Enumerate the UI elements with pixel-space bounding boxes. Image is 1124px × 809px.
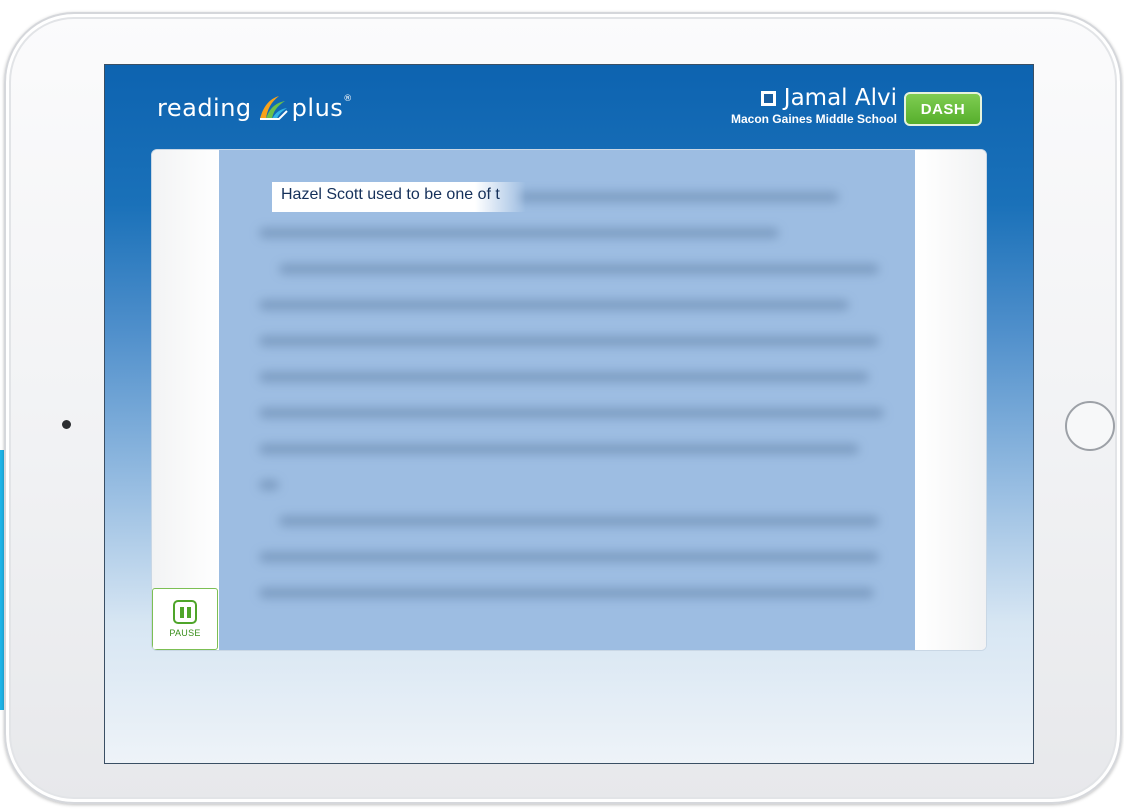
logo-registered-mark: ® bbox=[343, 94, 353, 104]
user-name: Jamal Alvi bbox=[783, 85, 897, 111]
logo-text-reading: reading bbox=[157, 94, 252, 122]
blurred-text-line bbox=[259, 444, 859, 454]
revealed-text: Hazel Scott used to be one of t bbox=[281, 186, 500, 203]
left-gutter bbox=[152, 150, 219, 650]
blurred-text-line bbox=[259, 228, 779, 238]
dash-button[interactable]: DASH bbox=[904, 92, 982, 126]
reading-panel: Hazel Scott used to be one of t PAUSE bbox=[151, 149, 987, 651]
reading-plus-logo: reading plus ® bbox=[157, 91, 353, 125]
blurred-text-line bbox=[259, 552, 879, 562]
home-button[interactable] bbox=[1065, 401, 1115, 451]
pause-icon bbox=[173, 600, 197, 624]
blurred-text-line bbox=[259, 300, 849, 310]
blurred-text-line bbox=[259, 372, 869, 382]
right-gutter bbox=[918, 150, 986, 650]
pause-label: PAUSE bbox=[169, 628, 201, 638]
blurred-text-line bbox=[279, 264, 879, 274]
blurred-text-line bbox=[259, 480, 279, 490]
app-screen: reading plus ® Jamal Alvi Macon Gaines M… bbox=[104, 64, 1034, 764]
camera-icon bbox=[62, 420, 71, 429]
profile-icon bbox=[760, 90, 776, 106]
user-info: Jamal Alvi Macon Gaines Middle School bbox=[731, 85, 897, 126]
school-name: Macon Gaines Middle School bbox=[730, 112, 897, 126]
reading-plus-logo-icon bbox=[259, 96, 288, 120]
blurred-text-line bbox=[259, 336, 879, 346]
blurred-text-line bbox=[259, 408, 884, 418]
logo-text-plus: plus bbox=[291, 94, 344, 122]
user-name-row: Jamal Alvi bbox=[731, 85, 897, 111]
blurred-text-line bbox=[519, 192, 839, 202]
guided-reading-text-area: Hazel Scott used to be one of t bbox=[219, 150, 915, 650]
blurred-text-line bbox=[259, 588, 874, 598]
blurred-text-line bbox=[279, 516, 879, 526]
pause-button[interactable]: PAUSE bbox=[152, 588, 218, 650]
